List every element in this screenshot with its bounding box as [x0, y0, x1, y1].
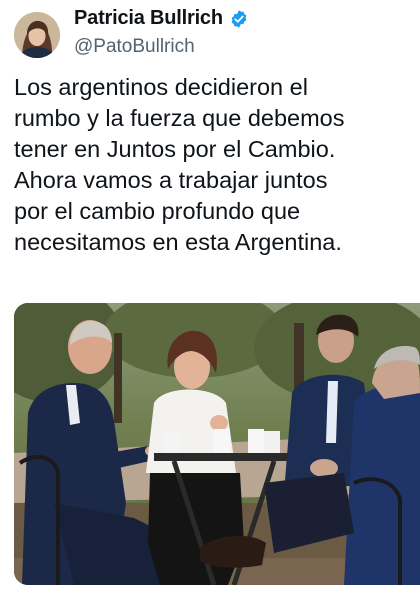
tweet-text-line: tener en Juntos por el Cambio.	[14, 136, 336, 162]
tweet-text-line: Ahora vamos a trabajar juntos	[14, 167, 328, 193]
tweet-text-line: necesitamos en esta Argentina.	[14, 229, 342, 255]
author-display-name[interactable]: Patricia Bullrich	[74, 7, 223, 30]
tweet-text: Los argentinos decidieron el rumbo y la …	[14, 72, 414, 258]
verified-badge-icon	[229, 9, 249, 29]
photo-four-people-at-outdoor-table-icon	[14, 303, 420, 585]
profile-photo-icon	[14, 12, 60, 58]
tweet-photo[interactable]	[14, 303, 420, 585]
author-handle[interactable]: @PatoBullrich	[74, 36, 195, 58]
tweet-text-line: Los argentinos decidieron el	[14, 74, 308, 100]
avatar[interactable]	[14, 12, 60, 58]
tweet-text-line: rumbo y la fuerza que debemos	[14, 105, 345, 131]
author-name[interactable]: Patricia Bullrich	[74, 7, 249, 30]
tweet-text-line: por el cambio profundo que	[14, 198, 301, 224]
